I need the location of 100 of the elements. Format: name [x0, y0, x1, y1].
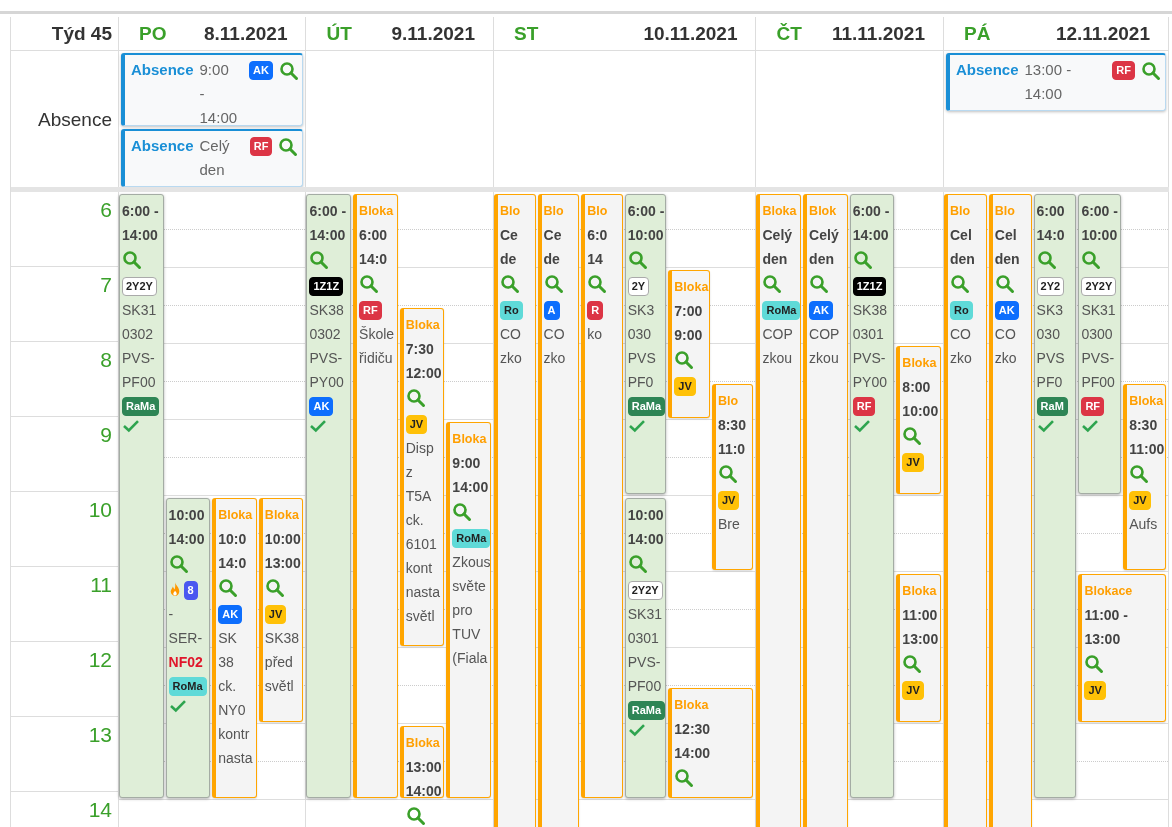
search-icon[interactable] [405, 806, 426, 826]
event-text: 0302 [309, 325, 342, 344]
search-icon[interactable] [1081, 250, 1102, 270]
person-tag: RaMa [627, 397, 666, 416]
job-card[interactable]: 6:00 - 10:00 2Y2Y SK31 0300 PVS- PF00 RF [1078, 194, 1122, 494]
absence-time: 13:00 - 14:00 [1024, 60, 1073, 104]
search-icon[interactable] [264, 578, 285, 598]
block-card[interactable]: Bloka 11:00 13:00 JV [896, 574, 941, 722]
day-name: ST [514, 22, 539, 45]
block-card[interactable]: Bloka 10:00 13:00 JV SK38 před světl [258, 498, 304, 722]
event-time: 6:00 - [1081, 202, 1119, 221]
block-card[interactable]: Bloka 7:00 9:00 JV [668, 270, 710, 418]
block-card[interactable]: Blokace 11:00 - 13:00 JV [1078, 574, 1166, 722]
search-icon[interactable] [762, 274, 783, 294]
block-card[interactable]: Blok Celý den AK COP zkou [803, 194, 848, 827]
absence-card[interactable]: Absence Celý den RF [121, 129, 304, 187]
event-title: Bloka [762, 203, 798, 220]
search-icon[interactable] [500, 274, 520, 294]
search-icon[interactable] [950, 274, 970, 294]
event-text: 030 [1036, 325, 1061, 344]
event-title: Bloka [264, 507, 300, 524]
event-tag: JV [1084, 681, 1106, 700]
block-card[interactable]: Bloka 10:0 14:0 AK SK 38 ck. NY0 kontr nasta [212, 498, 257, 798]
block-card[interactable]: Blo 6:0 14 R ko [581, 194, 623, 798]
search-icon[interactable] [405, 388, 426, 408]
search-icon[interactable] [994, 274, 1015, 294]
hour-label: 7 [100, 273, 112, 297]
block-card[interactable]: Bloka 6:00 14:0 RF Škole řidiču [353, 194, 398, 798]
event-time: 11:0 [717, 440, 747, 459]
search-icon[interactable] [717, 464, 738, 484]
job-card[interactable]: 6:00 14:0 2Y2 SK3 030 PVS PF0 RaM [1033, 194, 1077, 798]
event-time: Cel [994, 226, 1018, 245]
search-icon[interactable] [168, 554, 189, 574]
block-card[interactable]: Bloka 8:30 11:00 JV Aufs [1123, 384, 1166, 570]
event-time: 14:00 [122, 226, 159, 245]
day-name: PO [139, 22, 167, 45]
search-icon[interactable] [452, 502, 473, 522]
event-text: PF00 [627, 677, 663, 696]
event-tag: A [543, 301, 560, 320]
event-tag: 2Y2Y [122, 277, 157, 296]
absence-card[interactable]: Absence 13:00 - 14:00 RF [946, 53, 1166, 111]
event-text: PVS- [122, 349, 156, 368]
event-time: 10:00 [627, 226, 665, 245]
person-tag: RF [852, 397, 876, 416]
event-title: Bloka [452, 431, 488, 448]
day-date: 10.11.2021 [643, 22, 738, 45]
search-icon[interactable] [852, 250, 873, 270]
event-text: PF00 [122, 373, 157, 392]
block-card[interactable]: Blo Ce de A CO zko [537, 194, 580, 827]
search-icon[interactable] [1129, 464, 1150, 484]
search-icon[interactable] [674, 768, 695, 788]
search-icon[interactable] [902, 426, 923, 446]
absence-card[interactable]: Absence 9:00 - 14:00 AK [121, 53, 304, 126]
job-card[interactable]: 10:00 14:00 8 - SER- NF02 RoMa [165, 498, 211, 798]
search-icon[interactable] [1141, 61, 1161, 81]
search-icon[interactable] [1084, 654, 1105, 674]
event-text: 0302 [122, 325, 155, 344]
event-time: 7:00 [674, 302, 704, 321]
job-card[interactable]: 10:00 14:00 2Y2Y SK31 0301 PVS- PF00 RaMa [624, 498, 667, 798]
job-card[interactable]: 6:00 - 14:00 2Y2Y SK31 0302 PVS- PF00 RaMa [119, 194, 164, 798]
block-card[interactable]: Bloka 9:00 14:00 RoMa Zkous světe pro TUV (Fiala [446, 422, 491, 798]
search-icon[interactable] [309, 250, 330, 270]
search-icon[interactable] [674, 350, 695, 370]
search-icon[interactable] [218, 578, 239, 598]
search-icon[interactable] [278, 61, 299, 81]
search-icon[interactable] [627, 554, 648, 574]
block-card[interactable]: Blo 8:30 11:0 JV Bre [711, 384, 754, 570]
block-card[interactable]: Bloka 12:30 14:00 [668, 688, 754, 798]
job-card[interactable]: 6:00 - 14:00 1Z1Z SK38 0302 PVS- PY00 AK [306, 194, 352, 798]
event-text: ck. [405, 511, 425, 530]
block-card[interactable]: Bloka 8:00 10:00 JV [896, 346, 941, 494]
block-card[interactable]: Bloka 7:30 12:00 JV Disp z T5A ck. 6101 kont nasta světl [399, 308, 445, 646]
event-tag: JV [1129, 491, 1151, 510]
event-text: PVS- [1081, 349, 1116, 368]
search-icon[interactable] [278, 137, 299, 157]
search-icon[interactable] [627, 250, 648, 270]
event-text: NY0 [218, 701, 247, 720]
event-text: SK38 [852, 301, 888, 320]
search-icon[interactable] [122, 250, 142, 270]
event-text: 0301 [852, 325, 885, 344]
block-card[interactable]: Blo Ce de Ro CO zko [494, 194, 536, 827]
event-time: den [950, 250, 976, 269]
event-text: PF00 [1081, 373, 1116, 392]
event-time: 6:00 - [627, 202, 665, 221]
event-time: 14:00 [309, 226, 347, 245]
search-icon[interactable] [587, 274, 608, 294]
block-card[interactable]: Blo Cel den Ro CO zko [944, 194, 987, 827]
event-tag: Ro [950, 301, 973, 320]
job-card[interactable]: 6:00 - 10:00 2Y SK3 030 PVS PF0 RaMa [624, 194, 667, 494]
event-time: 6:00 - [309, 202, 348, 221]
block-card[interactable]: Blo Cel den AK CO zko [988, 194, 1032, 827]
block-card[interactable]: Bloka Celý den RoMa COP zkou [756, 194, 802, 827]
search-icon[interactable] [809, 274, 830, 294]
job-card[interactable]: 6:00 - 14:00 1Z1Z SK38 0301 PVS- PY00 RF [849, 194, 895, 798]
search-icon[interactable] [902, 654, 923, 674]
search-icon[interactable] [359, 274, 380, 294]
search-icon[interactable] [1036, 250, 1057, 270]
search-icon[interactable] [543, 274, 564, 294]
event-title: Blok [809, 203, 838, 220]
event-title: Blo [717, 393, 740, 410]
